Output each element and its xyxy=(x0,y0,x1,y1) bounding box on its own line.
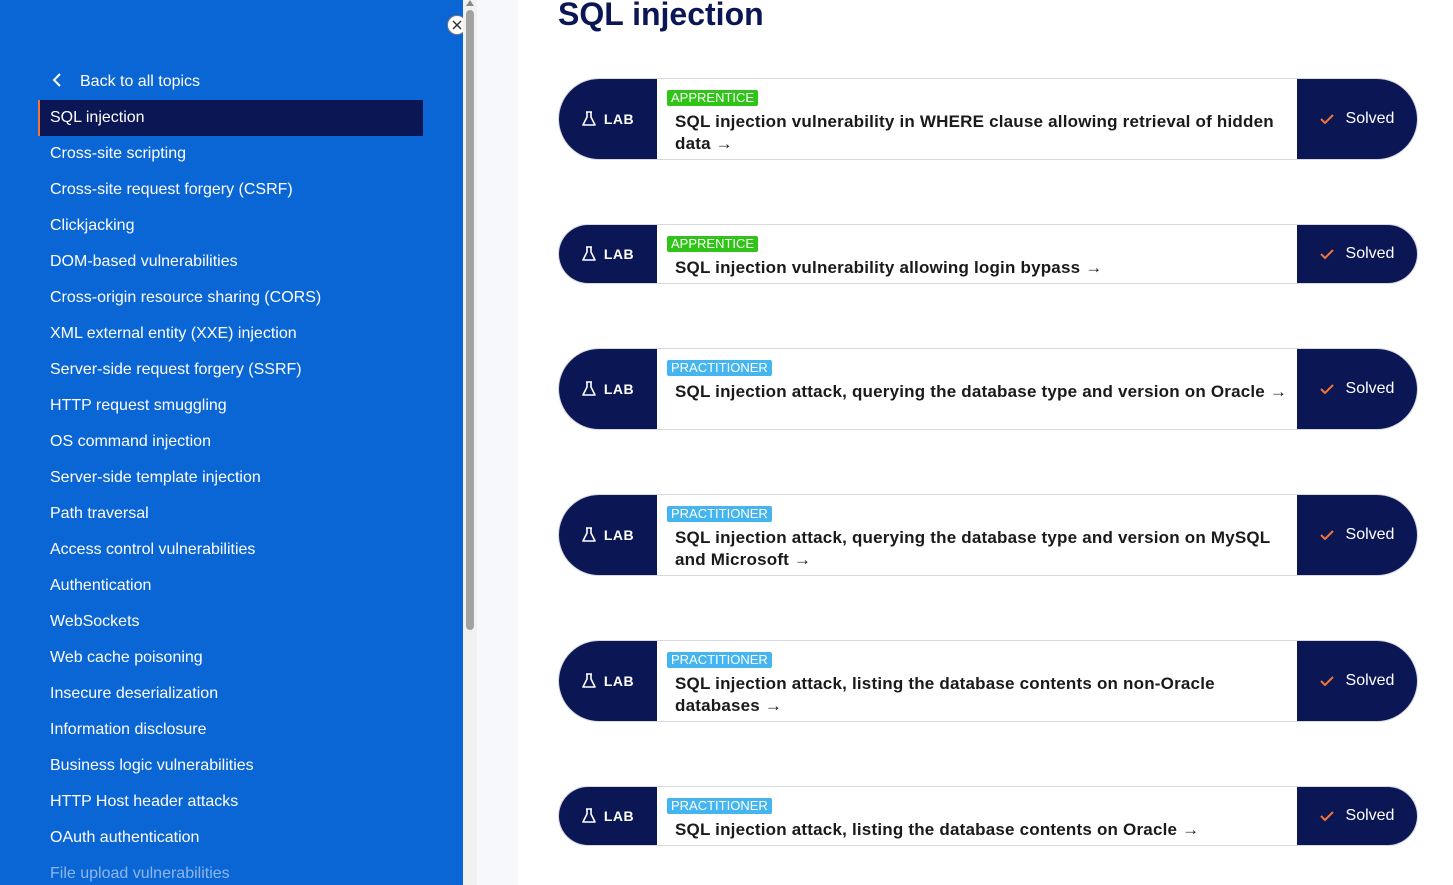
lab-badge-label: LAB xyxy=(603,808,635,824)
sidebar-scrollbar[interactable] xyxy=(463,0,477,885)
lab-card[interactable]: LAB APPRENTICE SQL injection vulnerability… xyxy=(558,224,1418,284)
checkmark-icon xyxy=(1319,530,1334,541)
lab-badge: LAB xyxy=(559,641,657,721)
back-to-all-topics-link[interactable]: Back to all topics xyxy=(50,70,200,94)
scroll-thumb[interactable] xyxy=(466,10,474,630)
sidebar-item[interactable]: Information disclosure xyxy=(38,712,423,748)
lab-badge-label: LAB xyxy=(603,246,635,262)
page-title: SQL injection xyxy=(558,0,764,32)
level-tag: PRACTITIONER xyxy=(667,360,772,376)
back-link-label: Back to all topics xyxy=(80,73,201,90)
lab-title-link[interactable]: SQL injection attack, querying the datab… xyxy=(675,527,1289,571)
sidebar-item[interactable]: DOM-based vulnerabilities xyxy=(38,244,423,280)
sidebar-item[interactable]: Cross-origin resource sharing (CORS) xyxy=(38,280,423,316)
solved-label: Solved xyxy=(1345,672,1395,689)
checkmark-icon xyxy=(1319,676,1334,687)
content-gutter xyxy=(477,0,518,885)
level-tag: PRACTITIONER xyxy=(667,798,772,814)
sidebar-item[interactable]: SQL injection xyxy=(38,100,423,136)
flask-icon xyxy=(582,527,596,542)
sidebar-item[interactable]: File upload vulnerabilities xyxy=(38,856,423,885)
lab-title-link[interactable]: SQL injection attack, listing the databa… xyxy=(675,819,1289,841)
lab-badge: LAB xyxy=(559,349,657,429)
close-icon xyxy=(452,20,462,30)
solved-status: Solved xyxy=(1297,225,1417,283)
level-tag: APPRENTICE xyxy=(667,236,759,252)
sidebar-item[interactable]: XML external entity (XXE) injection xyxy=(38,316,423,352)
sidebar-item[interactable]: Clickjacking xyxy=(38,208,423,244)
sidebar-item[interactable]: Server-side request forgery (SSRF) xyxy=(38,352,423,388)
lab-badge: LAB xyxy=(559,79,657,159)
flask-icon xyxy=(582,673,596,688)
sidebar-item[interactable]: Business logic vulnerabilities xyxy=(38,748,423,784)
lab-card[interactable]: LAB PRACTITIONER SQL injection attack, lis… xyxy=(558,786,1418,846)
sidebar-item[interactable]: Access control vulnerabilities xyxy=(38,532,423,568)
lab-badge: LAB xyxy=(559,787,657,845)
chevron-left-icon xyxy=(52,73,61,87)
flask-icon xyxy=(582,808,596,823)
sidebar-item[interactable]: HTTP Host header attacks xyxy=(38,784,423,820)
sidebar-item[interactable]: Authentication xyxy=(38,568,423,604)
lab-title-link[interactable]: SQL injection attack, querying the datab… xyxy=(675,381,1289,403)
lab-card[interactable]: LAB PRACTITIONER SQL injection attack, que… xyxy=(558,494,1418,576)
lab-title-link[interactable]: SQL injection vulnerability allowing log… xyxy=(675,257,1289,279)
lab-title-link[interactable]: SQL injection attack, listing the databa… xyxy=(675,673,1289,717)
solved-label: Solved xyxy=(1345,110,1395,127)
lab-badge-label: LAB xyxy=(603,381,635,397)
checkmark-icon xyxy=(1319,114,1334,125)
flask-icon xyxy=(582,111,596,126)
lab-body: PRACTITIONER SQL injection attack, queryi… xyxy=(667,505,1289,571)
lab-badge: LAB xyxy=(559,225,657,283)
solved-status: Solved xyxy=(1297,641,1417,721)
solved-label: Solved xyxy=(1345,380,1395,397)
checkmark-icon xyxy=(1319,384,1334,395)
level-tag: APPRENTICE xyxy=(667,90,759,106)
scroll-up-arrow-icon[interactable] xyxy=(466,0,474,6)
sidebar-item[interactable]: Cross-site request forgery (CSRF) xyxy=(38,172,423,208)
sidebar-item[interactable]: HTTP request smuggling xyxy=(38,388,423,424)
solved-status: Solved xyxy=(1297,79,1417,159)
lab-badge-label: LAB xyxy=(603,111,635,127)
sidebar-item[interactable]: Server-side template injection xyxy=(38,460,423,496)
lab-badge-label: LAB xyxy=(603,673,635,689)
sidebar-item[interactable]: OAuth authentication xyxy=(38,820,423,856)
lab-card[interactable]: LAB PRACTITIONER SQL injection attack, que… xyxy=(558,348,1418,430)
lab-body: PRACTITIONER SQL injection attack, listin… xyxy=(667,651,1289,717)
lab-title-link[interactable]: SQL injection vulnerability in WHERE cla… xyxy=(675,111,1289,155)
sidebar-item[interactable]: Path traversal xyxy=(38,496,423,532)
flask-icon xyxy=(582,246,596,261)
lab-body: PRACTITIONER SQL injection attack, listin… xyxy=(667,797,1289,841)
solved-label: Solved xyxy=(1345,245,1395,262)
lab-body: APPRENTICE SQL injection vulnerability al… xyxy=(667,235,1289,279)
lab-card[interactable]: LAB PRACTITIONER SQL injection attack, lis… xyxy=(558,640,1418,722)
solved-label: Solved xyxy=(1345,526,1395,543)
solved-status: Solved xyxy=(1297,495,1417,575)
solved-status: Solved xyxy=(1297,349,1417,429)
flask-icon xyxy=(582,381,596,396)
level-tag: PRACTITIONER xyxy=(667,506,772,522)
solved-status: Solved xyxy=(1297,787,1417,845)
lab-body: APPRENTICE SQL injection vulnerability in… xyxy=(667,89,1289,155)
checkmark-icon xyxy=(1319,249,1334,260)
sidebar: Back to all topics SQL injection Cross-si… xyxy=(0,0,463,885)
sidebar-item[interactable]: Cross-site scripting xyxy=(38,136,423,172)
sidebar-item[interactable]: Insecure deserialization xyxy=(38,676,423,712)
sidebar-item[interactable]: Web cache poisoning xyxy=(38,640,423,676)
checkmark-icon xyxy=(1319,811,1334,822)
sidebar-item[interactable]: WebSockets xyxy=(38,604,423,640)
lab-body: PRACTITIONER SQL injection attack, queryi… xyxy=(667,359,1289,403)
level-tag: PRACTITIONER xyxy=(667,652,772,668)
sidebar-item[interactable]: OS command injection xyxy=(38,424,423,460)
topic-nav: SQL injection Cross-site scripting Cross-s… xyxy=(38,100,423,885)
solved-label: Solved xyxy=(1345,807,1395,824)
lab-badge: LAB xyxy=(559,495,657,575)
lab-badge-label: LAB xyxy=(603,527,635,543)
lab-card[interactable]: LAB APPRENTICE SQL injection vulnerability… xyxy=(558,78,1418,160)
